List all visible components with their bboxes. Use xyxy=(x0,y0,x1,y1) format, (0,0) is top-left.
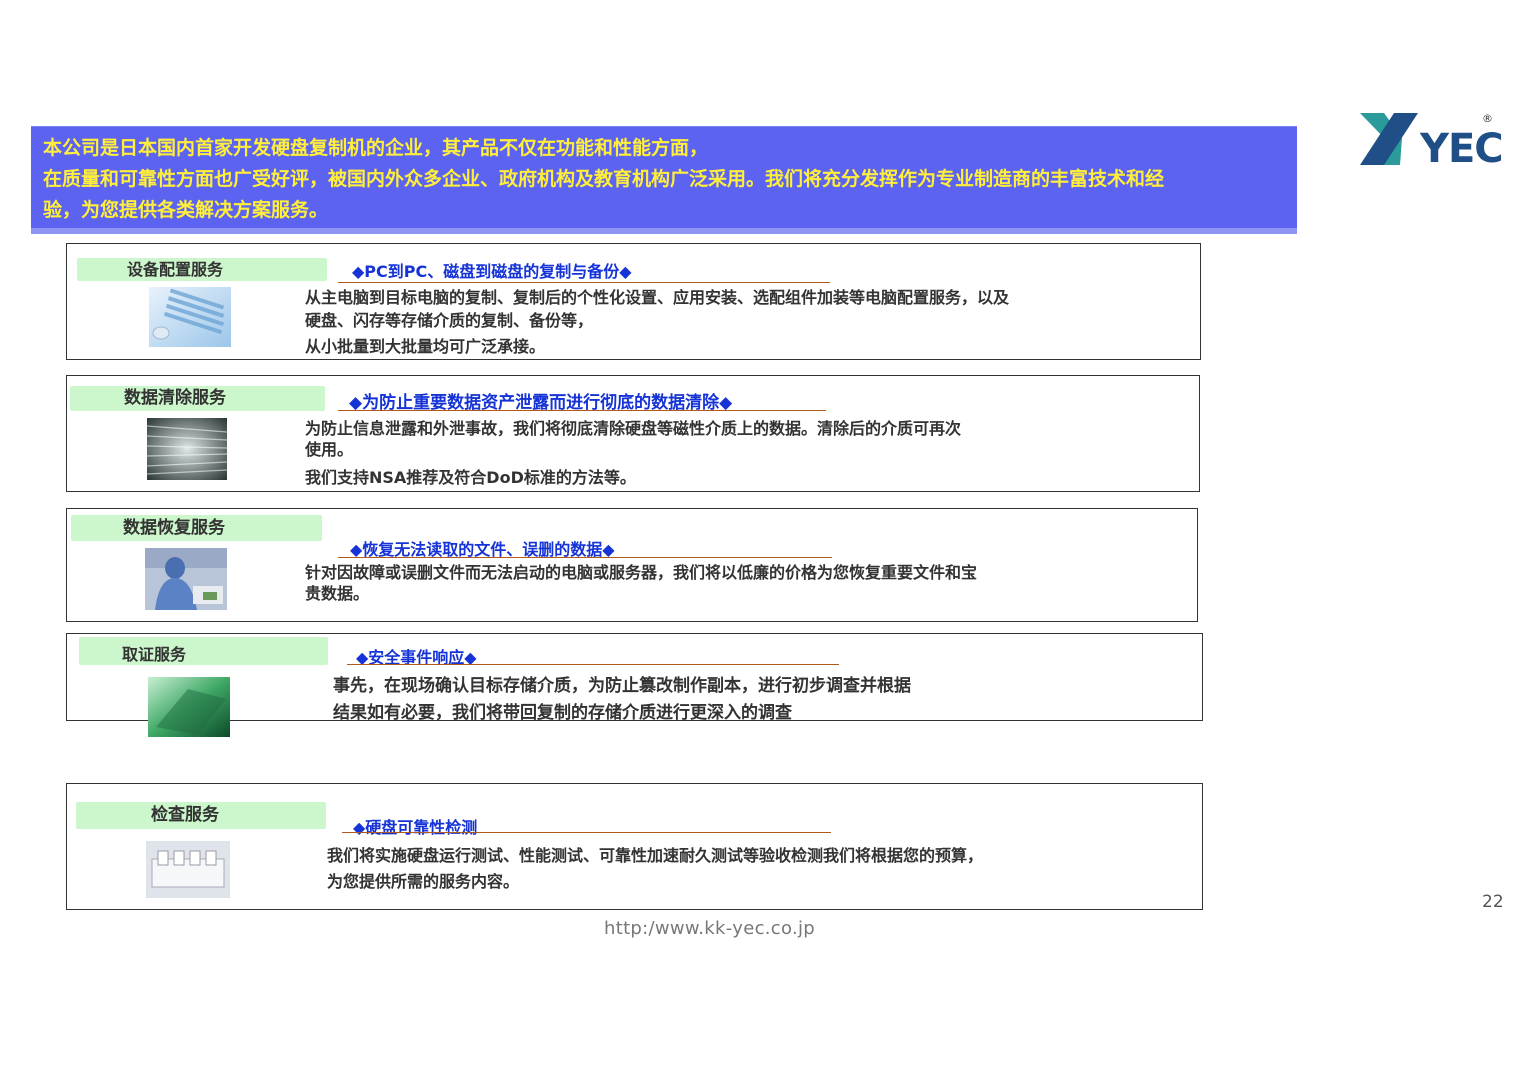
service-desc-inspection: 我们将实施硬盘运行测试、性能测试、可靠性加速耐久测试等验收检测我们将根据您的预算… xyxy=(327,843,983,895)
service-tab-forensics: 取证服务 xyxy=(79,637,328,665)
technician-photo xyxy=(145,548,227,610)
intro-line-2: 在质量和可靠性方面也广受好评，被国内外众多企业、政府机构及教育机构广泛采用。我们… xyxy=(43,168,1165,190)
headline-underline xyxy=(342,832,831,833)
logo-text: YEC xyxy=(1419,126,1503,170)
service-tab-inspection: 检查服务 xyxy=(76,802,326,829)
service-desc-forensics: 事先，在现场确认目标存储介质，为防止篡改制作副本，进行初步调查并根据 结果如有必… xyxy=(333,673,911,727)
laptop-photo xyxy=(148,677,230,737)
desc-line: 从小批量到大批量均可广泛承接。 xyxy=(305,337,546,356)
service-desc-config: 从主电脑到目标电脑的复制、复制后的个性化设置、应用安装、选配组件加装等电脑配置服… xyxy=(305,286,1009,358)
desc-line: 为您提供所需的服务内容。 xyxy=(327,872,520,891)
service-headline-inspection: ◆硬盘可靠性检测 xyxy=(353,818,478,837)
service-tab-recovery: 数据恢复服务 xyxy=(71,515,322,541)
desc-line: 结果如有必要，我们将带回复制的存储介质进行更深入的调查 xyxy=(333,703,792,723)
headline-underline xyxy=(338,557,832,558)
headline-underline xyxy=(338,410,826,411)
desc-line: 我们支持NSA推荐及符合DoD标准的方法等。 xyxy=(305,468,636,487)
data-stream-photo xyxy=(147,418,227,480)
desc-line: 从主电脑到目标电脑的复制、复制后的个性化设置、应用安装、选配组件加装等电脑配置服… xyxy=(305,288,1010,307)
desc-line: 为防止信息泄露和外泄事故，我们将彻底清除硬盘等磁性介质上的数据。清除后的介质可再… xyxy=(305,419,962,438)
intro-line-3: 验，为您提供各类解决方案服务。 xyxy=(43,199,329,221)
registered-mark: ® xyxy=(1482,112,1493,125)
service-desc-recovery: 针对因故障或误删文件而无法启动的电脑或服务器，我们将以低廉的价格为您恢复重要文件… xyxy=(305,562,977,604)
service-tab-config: 设备配置服务 xyxy=(77,258,327,281)
yec-logo: YEC ® xyxy=(1358,108,1506,172)
headline-underline xyxy=(338,282,830,283)
intro-line-1: 本公司是日本国内首家开发硬盘复制机的企业，其产品不仅在功能和性能方面， xyxy=(43,137,709,159)
headline-underline xyxy=(347,664,839,665)
desc-line: 使用。 xyxy=(305,440,354,459)
desc-line: 我们将实施硬盘运行测试、性能测试、可靠性加速耐久测试等验收检测我们将根据您的预算… xyxy=(327,846,984,865)
footer-url[interactable]: http:/www.kk-yec.co.jp xyxy=(604,918,815,939)
service-tab-erase: 数据清除服务 xyxy=(70,386,325,411)
desc-line: 针对因故障或误删文件而无法启动的电脑或服务器，我们将以低廉的价格为您恢复重要文件… xyxy=(305,563,978,582)
service-desc-erase: 为防止信息泄露和外泄事故，我们将彻底清除硬盘等磁性介质上的数据。清除后的介质可再… xyxy=(305,418,961,488)
desc-line: 事先，在现场确认目标存储介质，为防止篡改制作副本，进行初步调查并根据 xyxy=(333,676,911,696)
desc-line: 硬盘、闪存等存储介质的复制、备份等， xyxy=(305,311,594,330)
intro-banner: 本公司是日本国内首家开发硬盘复制机的企业，其产品不仅在功能和性能方面， 在质量和… xyxy=(31,126,1297,234)
page-number: 22 xyxy=(1482,892,1504,912)
keyboard-photo xyxy=(149,287,231,347)
desc-line: 贵数据。 xyxy=(305,584,370,603)
service-headline-config: ◆PC到PC、磁盘到磁盘的复制与备份◆ xyxy=(352,262,632,281)
test-equipment-photo xyxy=(146,841,230,898)
